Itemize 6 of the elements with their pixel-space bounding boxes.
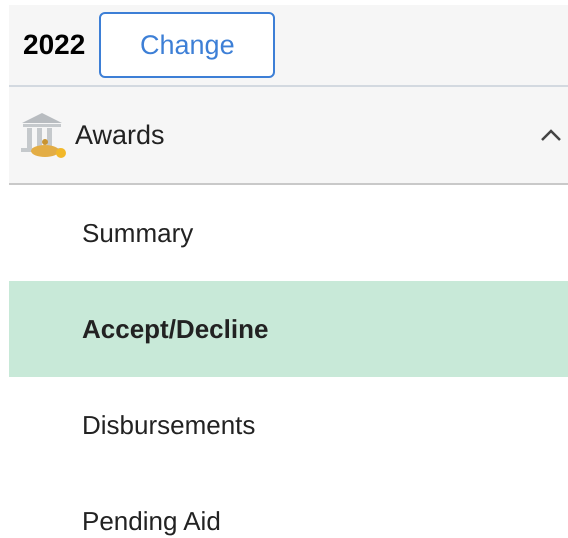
section-header[interactable]: Awards bbox=[9, 87, 568, 185]
nav-item[interactable]: Accept/Decline bbox=[9, 281, 568, 377]
change-button[interactable]: Change bbox=[99, 12, 276, 78]
year-label: 2022 bbox=[23, 28, 86, 62]
bank-with-coins-icon bbox=[19, 111, 69, 159]
section-title: Awards bbox=[75, 118, 165, 152]
